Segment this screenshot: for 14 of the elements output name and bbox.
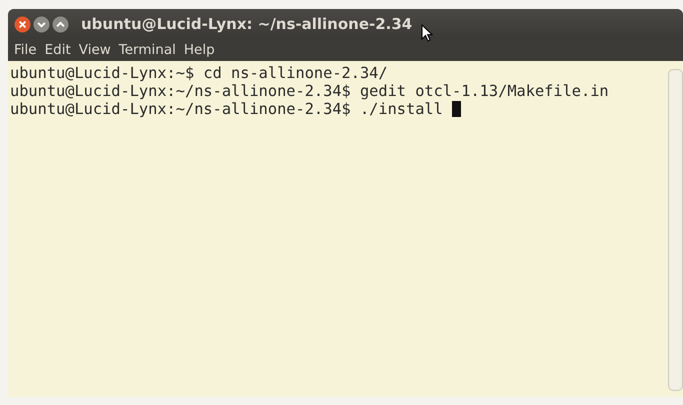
text-cursor <box>452 101 462 117</box>
close-icon[interactable] <box>14 16 31 32</box>
terminal-line: ubuntu@Lucid-Lynx:~$ cd ns-allinone-2.34/ <box>10 64 388 82</box>
mouse-pointer-icon <box>421 24 433 42</box>
minimize-icon[interactable] <box>33 16 50 32</box>
menu-item[interactable]: Terminal <box>114 42 180 58</box>
maximize-icon[interactable] <box>52 16 69 32</box>
menu-item[interactable]: Help <box>180 42 219 58</box>
terminal-line: ubuntu@Lucid-Lynx:~/ns-allinone-2.34$ ./install <box>10 100 444 118</box>
menu-item[interactable]: View <box>74 42 115 58</box>
window-title: ubuntu@Lucid-Lynx: ~/ns-allinone-2.34 <box>81 15 412 33</box>
terminal-line: ubuntu@Lucid-Lynx:~/ns-allinone-2.34$ gedit otcl-1.13/Makefile.in <box>10 82 609 100</box>
menu-item[interactable]: File <box>10 42 41 58</box>
menu-item[interactable]: Edit <box>40 42 75 58</box>
